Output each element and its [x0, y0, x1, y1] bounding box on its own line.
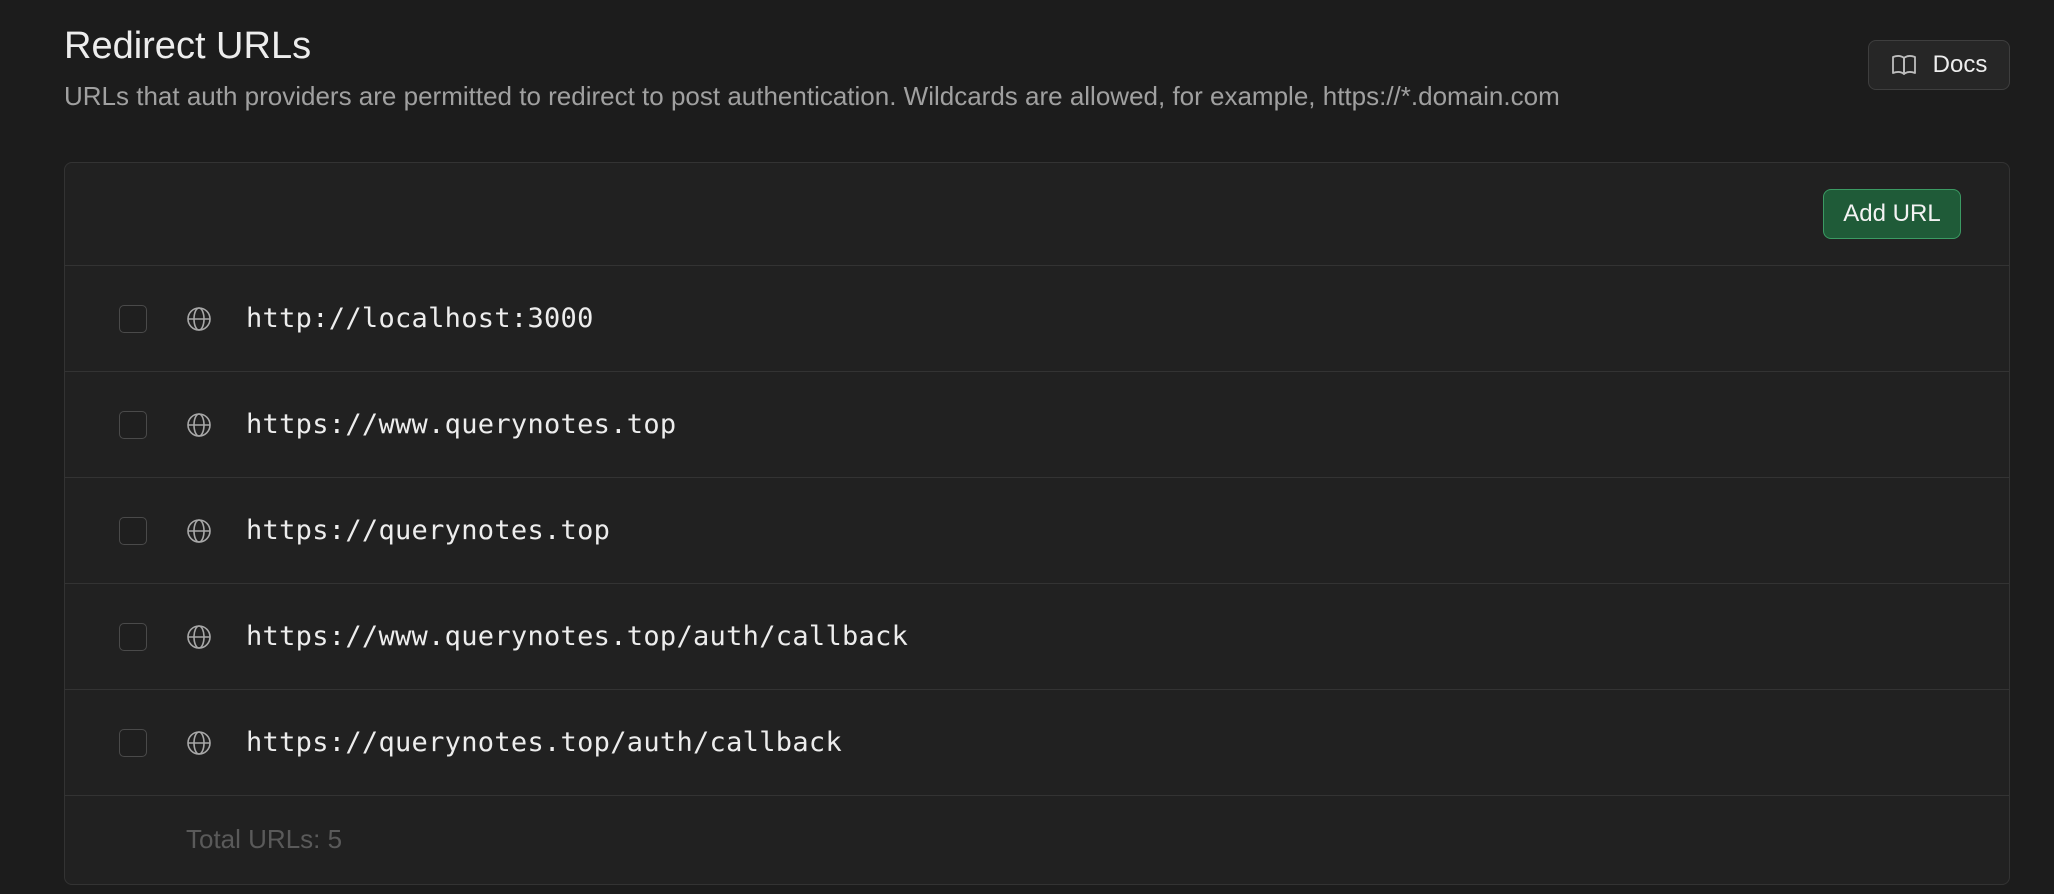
globe-icon [187, 412, 211, 437]
url-text: http://localhost:3000 [246, 303, 594, 334]
url-text: https://www.querynotes.top [246, 409, 677, 440]
section-header: Redirect URLs URLs that auth providers a… [64, 20, 2054, 112]
redirect-urls-page: Redirect URLs URLs that auth providers a… [0, 0, 2054, 894]
url-row: https://www.querynotes.top/auth/callback [65, 584, 2009, 690]
add-url-button[interactable]: Add URL [1823, 189, 1961, 239]
url-checkbox[interactable] [119, 304, 147, 333]
panel-toolbar: Add URL [65, 163, 2009, 266]
url-row: http://localhost:3000 [65, 266, 2009, 372]
redirect-urls-panel: Add URL http://localhost:3000 https://ww… [64, 162, 2010, 885]
docs-button[interactable]: Docs [1868, 40, 2010, 90]
book-icon [1891, 54, 1917, 76]
page-subtitle: URLs that auth providers are permitted t… [64, 81, 1560, 111]
url-checkbox[interactable] [119, 622, 147, 651]
url-row: https://querynotes.top [65, 478, 2009, 584]
url-list: http://localhost:3000 https://www.queryn… [65, 266, 2009, 796]
url-row: https://www.querynotes.top [65, 372, 2009, 478]
globe-icon [187, 730, 211, 755]
globe-icon [187, 306, 211, 331]
globe-icon [187, 624, 211, 649]
docs-label: Docs [1932, 51, 1988, 78]
url-text: https://www.querynotes.top/auth/callback [246, 621, 909, 652]
page-title: Redirect URLs [64, 25, 312, 67]
url-checkbox[interactable] [119, 728, 147, 757]
total-urls-count: Total URLs: 5 [186, 824, 343, 854]
panel-footer: Total URLs: 5 [65, 796, 2009, 884]
url-text: https://querynotes.top/auth/callback [246, 727, 842, 758]
url-checkbox[interactable] [119, 410, 147, 439]
url-row: https://querynotes.top/auth/callback [65, 690, 2009, 796]
url-checkbox[interactable] [119, 516, 147, 545]
url-text: https://querynotes.top [246, 515, 611, 546]
globe-icon [187, 518, 211, 543]
